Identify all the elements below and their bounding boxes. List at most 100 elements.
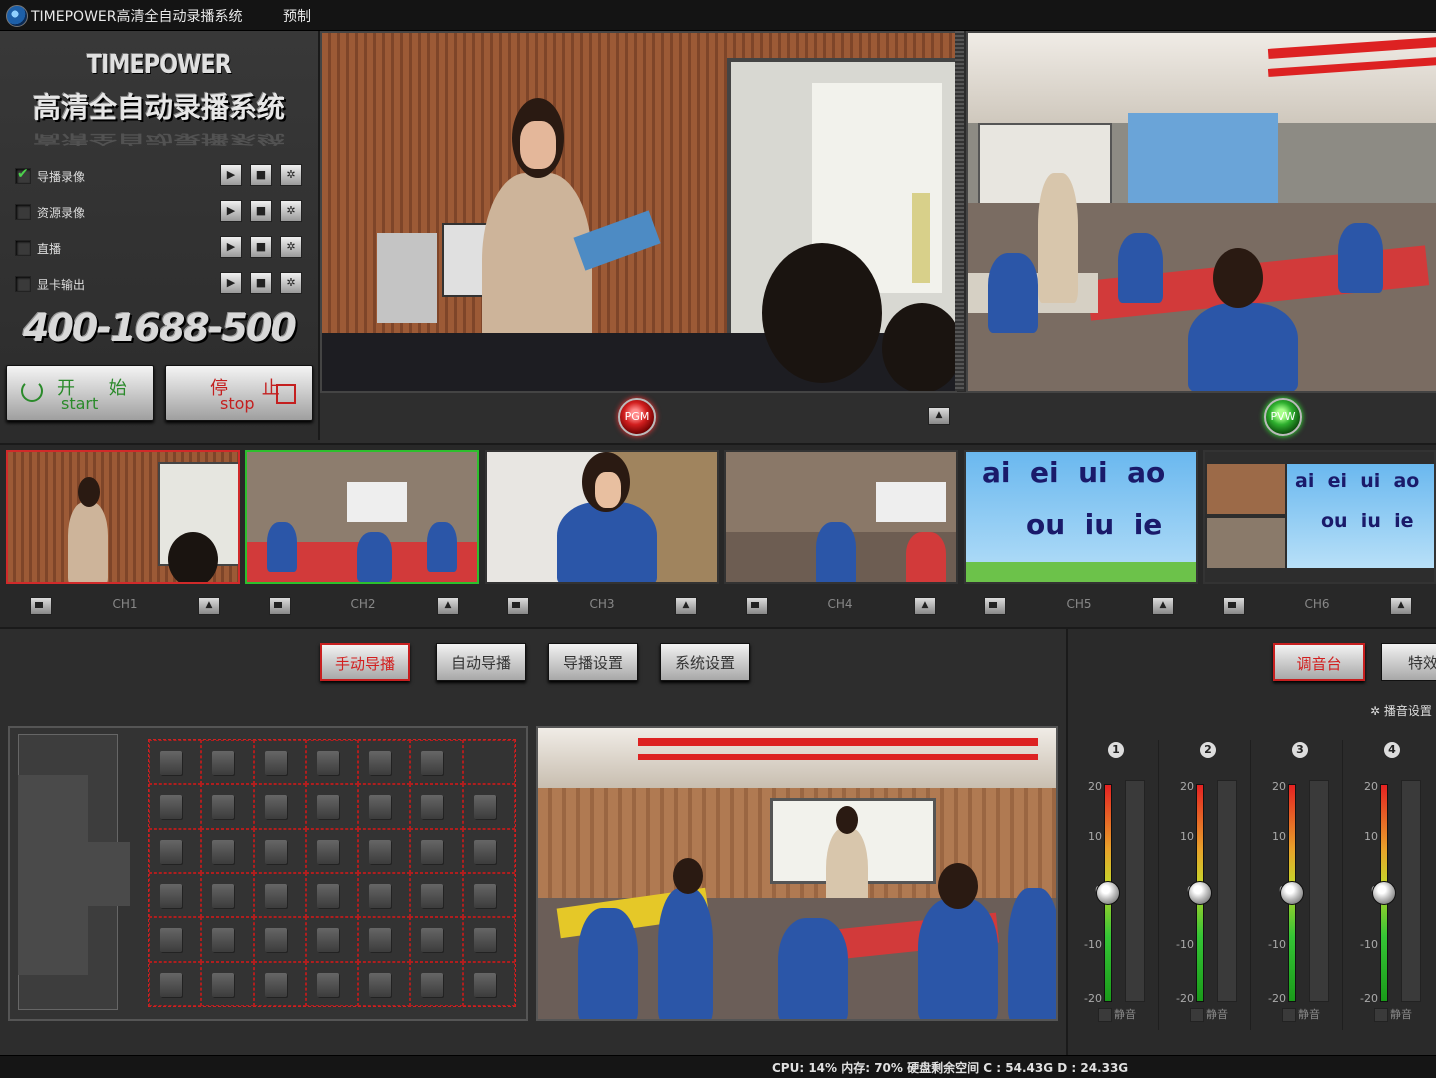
play-icon[interactable]: ▶	[220, 200, 242, 222]
seat-cell[interactable]	[305, 828, 359, 873]
seat-cell[interactable]	[358, 961, 411, 1006]
resource-record-checkbox[interactable]	[15, 204, 31, 220]
seat-cell[interactable]	[462, 740, 515, 785]
mute-checkbox[interactable]	[1282, 1008, 1296, 1022]
stop-button[interactable]: 停 止 stop	[165, 365, 313, 421]
seat-cell[interactable]	[305, 917, 359, 962]
swap-icon[interactable]: ▲	[928, 407, 950, 425]
seat-cell[interactable]	[149, 784, 202, 829]
gear-icon[interactable]: ✲	[280, 236, 302, 258]
camera-icon[interactable]	[507, 597, 529, 615]
seat-cell[interactable]	[462, 784, 515, 829]
seat-cell[interactable]	[462, 961, 515, 1006]
seat-cell[interactable]	[305, 784, 359, 829]
seat-cell[interactable]	[253, 740, 306, 785]
seat-cell[interactable]	[201, 917, 254, 962]
stop-icon[interactable]: ■	[250, 200, 272, 222]
seat-cell[interactable]	[201, 828, 254, 873]
ptz-icon[interactable]: ▲	[1390, 597, 1412, 615]
seat-cell[interactable]	[253, 872, 306, 918]
ptz-icon[interactable]: ▲	[675, 597, 697, 615]
play-icon[interactable]: ▶	[220, 272, 242, 294]
seat-cell[interactable]	[201, 961, 254, 1006]
seat-cell[interactable]	[462, 917, 515, 962]
seat-cell[interactable]	[410, 740, 463, 785]
audio-settings-link[interactable]: ✲ 播音设置	[1370, 702, 1432, 719]
tab-system-settings[interactable]: 系统设置	[660, 643, 750, 681]
monitor-divider[interactable]	[955, 31, 964, 391]
seat-cell[interactable]	[149, 917, 202, 962]
channel-thumb-ch1[interactable]	[6, 450, 240, 584]
gear-icon[interactable]: ✲	[280, 200, 302, 222]
channel-thumb-ch3[interactable]	[485, 450, 719, 584]
tracking-camera-view[interactable]	[536, 726, 1058, 1021]
channel-thumb-ch2[interactable]	[245, 450, 479, 584]
seat-cell[interactable]	[358, 828, 411, 873]
live-checkbox[interactable]	[15, 240, 31, 256]
fader-knob[interactable]	[1372, 881, 1396, 905]
mute-checkbox[interactable]	[1374, 1008, 1388, 1022]
seat-cell[interactable]	[305, 740, 359, 785]
seat-cell[interactable]	[462, 828, 515, 873]
seat-cell[interactable]	[410, 961, 463, 1006]
seat-cell[interactable]	[201, 872, 254, 918]
start-button[interactable]: 开 始 start	[6, 365, 154, 421]
seat-cell[interactable]	[410, 917, 463, 962]
menu-preset[interactable]: 预制	[283, 6, 311, 26]
seat-cell[interactable]	[305, 961, 359, 1006]
fader-knob[interactable]	[1188, 881, 1212, 905]
tab-audio-mixer[interactable]: 调音台	[1273, 643, 1365, 681]
display-output-checkbox[interactable]	[15, 276, 31, 292]
camera-icon[interactable]	[1223, 597, 1245, 615]
seat-cell[interactable]	[201, 740, 254, 785]
seat-cell[interactable]	[149, 828, 202, 873]
pgm-monitor[interactable]	[320, 31, 957, 393]
seat-cell[interactable]	[358, 872, 411, 918]
seat-cell[interactable]	[462, 872, 515, 918]
seat-cell[interactable]	[410, 828, 463, 873]
play-icon[interactable]: ▶	[220, 236, 242, 258]
stop-icon[interactable]: ■	[250, 272, 272, 294]
seat-cell[interactable]	[358, 784, 411, 829]
mute-checkbox[interactable]	[1098, 1008, 1112, 1022]
ptz-icon[interactable]: ▲	[1152, 597, 1174, 615]
seat-cell[interactable]	[358, 740, 411, 785]
seat-cell[interactable]	[253, 828, 306, 873]
gear-icon[interactable]: ✲	[280, 272, 302, 294]
tab-manual-director[interactable]: 手动导播	[320, 643, 410, 681]
seat-cell[interactable]	[358, 917, 411, 962]
fader-knob[interactable]	[1280, 881, 1304, 905]
stop-icon[interactable]: ■	[250, 236, 272, 258]
stop-icon[interactable]: ■	[250, 164, 272, 186]
play-icon[interactable]: ▶	[220, 164, 242, 186]
fader-knob[interactable]	[1096, 881, 1120, 905]
ptz-icon[interactable]: ▲	[914, 597, 936, 615]
director-record-checkbox[interactable]	[15, 166, 31, 184]
tab-director-settings[interactable]: 导播设置	[548, 643, 638, 681]
gear-icon[interactable]: ✲	[280, 164, 302, 186]
seat-cell[interactable]	[253, 961, 306, 1006]
seat-cell[interactable]	[253, 917, 306, 962]
mute-checkbox[interactable]	[1190, 1008, 1204, 1022]
seat-cell[interactable]	[149, 961, 202, 1006]
camera-icon[interactable]	[30, 597, 52, 615]
seat-cell[interactable]	[149, 740, 202, 785]
channel-thumb-ch5[interactable]: ai ei ui ao ou iu ie	[964, 450, 1198, 584]
camera-icon[interactable]	[984, 597, 1006, 615]
seat-cell[interactable]	[305, 872, 359, 918]
tab-auto-director[interactable]: 自动导播	[436, 643, 526, 681]
channel-thumb-ch6[interactable]: ai ei ui ao ou iu ie	[1203, 450, 1436, 584]
seat-cell[interactable]	[410, 784, 463, 829]
camera-icon[interactable]	[269, 597, 291, 615]
pvw-indicator[interactable]: PVW	[1264, 398, 1302, 436]
seat-cell[interactable]	[410, 872, 463, 918]
ptz-icon[interactable]: ▲	[198, 597, 220, 615]
ptz-icon[interactable]: ▲	[437, 597, 459, 615]
seat-cell[interactable]	[201, 784, 254, 829]
seat-cell[interactable]	[149, 872, 202, 918]
pgm-indicator[interactable]: PGM	[618, 398, 656, 436]
camera-icon[interactable]	[746, 597, 768, 615]
channel-thumb-ch4[interactable]	[724, 450, 958, 584]
tab-effects[interactable]: 特效	[1381, 643, 1436, 681]
pvw-monitor[interactable]	[966, 31, 1436, 393]
